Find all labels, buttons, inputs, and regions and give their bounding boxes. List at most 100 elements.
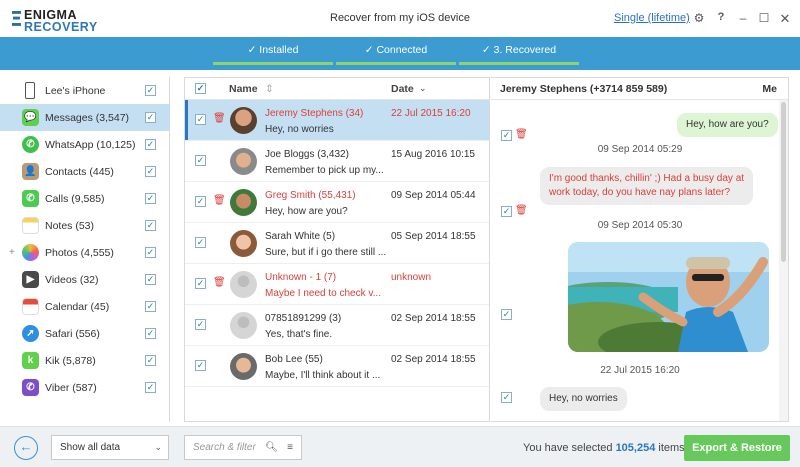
message-bubble-sent: Hey, how are you? [677, 113, 778, 137]
list-item[interactable]: ✓ Sarah White (5) Sure, but if i go ther… [185, 223, 489, 264]
sidebar-item-safari[interactable]: ➚ Safari (556) ✓ [0, 320, 170, 347]
sidebar-item-photos[interactable]: + Photos (4,555) ✓ [0, 239, 170, 266]
row-checkbox[interactable]: ✓ [195, 319, 206, 330]
date-column-header[interactable]: Date [391, 83, 414, 95]
sort-icon[interactable]: ⇕ [265, 83, 274, 95]
checkbox[interactable]: ✓ [145, 301, 156, 312]
notes-icon [22, 217, 39, 234]
avatar [230, 353, 257, 380]
filter-select-value: Show all data [60, 442, 121, 453]
check-icon: ✓ [247, 44, 260, 56]
conversation-panel: Jeremy Stephens (+3714 859 589) Me Hey, … [491, 77, 789, 422]
list-item[interactable]: ✓ 07851891299 (3) Yes, that's fine. 02 S… [185, 305, 489, 346]
gear-icon[interactable]: ⚙ [692, 11, 706, 25]
step-label: Installed [259, 44, 299, 56]
sidebar-item-calls[interactable]: ✆ Calls (9,585) ✓ [0, 185, 170, 212]
name-column-header[interactable]: Name [229, 83, 258, 95]
checkbox[interactable]: ✓ [145, 166, 156, 177]
messages-icon: 💬 [22, 109, 39, 126]
select-all-checkbox[interactable]: ✓ [195, 83, 206, 94]
checkbox[interactable]: ✓ [145, 328, 156, 339]
selection-summary: You have selected 105,254 items [523, 442, 685, 454]
search-input[interactable]: Search & filter 🔍︎ ≡ [184, 435, 302, 460]
sidebar-item-videos[interactable]: ▶ Videos (32) ✓ [0, 266, 170, 293]
conversation-scrollbar[interactable] [779, 100, 788, 421]
sidebar-item-messages[interactable]: 💬 Messages (3,547) ✓ [0, 104, 170, 131]
conversation-date: 09 Sep 2014 05:30 [597, 220, 683, 231]
scrollbar-thumb[interactable] [781, 102, 786, 262]
sidebar-item-label: Kik (5,878) [45, 354, 96, 367]
step-installed: ✓ Installed [213, 43, 333, 65]
sidebar-item-label: Calendar (45) [45, 300, 110, 313]
selection-suffix: items [658, 442, 685, 454]
step-bar [336, 62, 456, 65]
calls-icon: ✆ [22, 190, 39, 207]
checkbox[interactable]: ✓ [145, 139, 156, 150]
checkbox[interactable]: ✓ [145, 112, 156, 123]
export-restore-button[interactable]: Export & Restore [684, 435, 790, 461]
license-link[interactable]: Single (lifetime) [614, 12, 690, 24]
conversation-header: Jeremy Stephens (+3714 859 589) Me [491, 78, 788, 100]
list-header: ✓ Name ⇕ Date ⌄ [185, 78, 489, 100]
checkbox[interactable]: ✓ [145, 247, 156, 258]
message-preview: Hey, no worries [265, 124, 334, 135]
row-checkbox[interactable]: ✓ [195, 196, 206, 207]
search-icon[interactable]: 🔍︎ [265, 436, 278, 459]
message-date: unknown [391, 272, 432, 283]
message-checkbox[interactable]: ✓ [501, 309, 512, 320]
message-checkbox[interactable]: ✓ [501, 206, 512, 217]
sidebar-item-notes[interactable]: Notes (53) ✓ [0, 212, 170, 239]
row-checkbox[interactable]: ✓ [195, 278, 206, 289]
checkbox[interactable]: ✓ [145, 355, 156, 366]
list-item[interactable]: ✓ Joe Bloggs (3,432) Remember to pick up… [185, 141, 489, 182]
checkbox[interactable]: ✓ [145, 193, 156, 204]
avatar [230, 230, 257, 257]
checkbox[interactable]: ✓ [145, 85, 156, 96]
message-date: 22 Jul 2015 16:20 [391, 108, 471, 119]
help-icon[interactable]: ? [714, 11, 728, 23]
message-preview: Maybe, I'll think about it ... [265, 370, 381, 381]
selection-prefix: You have selected [523, 442, 613, 454]
message-preview: Remember to pick up my... [265, 165, 384, 176]
list-item[interactable]: ✓ 🗑 Jeremy Stephens (34) Hey, no worries… [185, 100, 489, 141]
trash-icon: 🗑 [515, 129, 528, 140]
row-checkbox[interactable]: ✓ [195, 114, 206, 125]
back-arrow-icon[interactable]: ← [14, 436, 38, 460]
sidebar-item-calendar[interactable]: Calendar (45) ✓ [0, 293, 170, 320]
list-item[interactable]: ✓ 🗑 Greg Smith (55,431) Hey, how are you… [185, 182, 489, 223]
maximize-icon[interactable]: ☐ [757, 11, 771, 25]
sidebar-item-kik[interactable]: k Kik (5,878) ✓ [0, 347, 170, 374]
step-bar [459, 62, 579, 65]
sidebar-item-label: Safari (556) [45, 327, 100, 340]
message-preview: Yes, that's fine. [265, 329, 333, 340]
contacts-icon: 👤 [22, 163, 39, 180]
filter-icon[interactable]: ≡ [287, 436, 293, 459]
message-checkbox[interactable]: ✓ [501, 392, 512, 403]
photo-attachment[interactable] [568, 242, 769, 352]
contact-name: Unknown - 1 (7) [265, 272, 337, 283]
sidebar-item-whatsapp[interactable]: ✆ WhatsApp (10,125) ✓ [0, 131, 170, 158]
row-checkbox[interactable]: ✓ [195, 155, 206, 166]
contact-name: Sarah White (5) [265, 231, 336, 242]
message-checkbox[interactable]: ✓ [501, 130, 512, 141]
sidebar-item-contacts[interactable]: 👤 Contacts (445) ✓ [0, 158, 170, 185]
minimize-icon[interactable]: – [736, 11, 750, 25]
search-placeholder: Search & filter [193, 442, 256, 453]
sort-desc-icon[interactable]: ⌄ [419, 83, 427, 94]
message-list: ✓ Name ⇕ Date ⌄ ✓ 🗑 Jeremy Stephens (34)… [184, 77, 490, 422]
close-icon[interactable]: ✕ [778, 11, 792, 27]
sidebar-item-viber[interactable]: ✆ Viber (587) ✓ [0, 374, 170, 401]
filter-select[interactable]: Show all data ⌄ [51, 435, 169, 460]
checkbox[interactable]: ✓ [145, 220, 156, 231]
row-checkbox[interactable]: ✓ [195, 360, 206, 371]
expand-icon[interactable]: + [9, 247, 15, 258]
list-item[interactable]: ✓ 🗑 Unknown - 1 (7) Maybe I need to chec… [185, 264, 489, 305]
sidebar-item-device[interactable]: Lee's iPhone ✓ [0, 77, 170, 104]
check-icon: ✓ [364, 44, 377, 56]
list-item[interactable]: ✓ Bob Lee (55) Maybe, I'll think about i… [185, 346, 489, 387]
checkbox[interactable]: ✓ [145, 274, 156, 285]
step-label: 3. Recovered [493, 44, 557, 56]
contact-name: Greg Smith (55,431) [265, 190, 356, 201]
checkbox[interactable]: ✓ [145, 382, 156, 393]
row-checkbox[interactable]: ✓ [195, 237, 206, 248]
